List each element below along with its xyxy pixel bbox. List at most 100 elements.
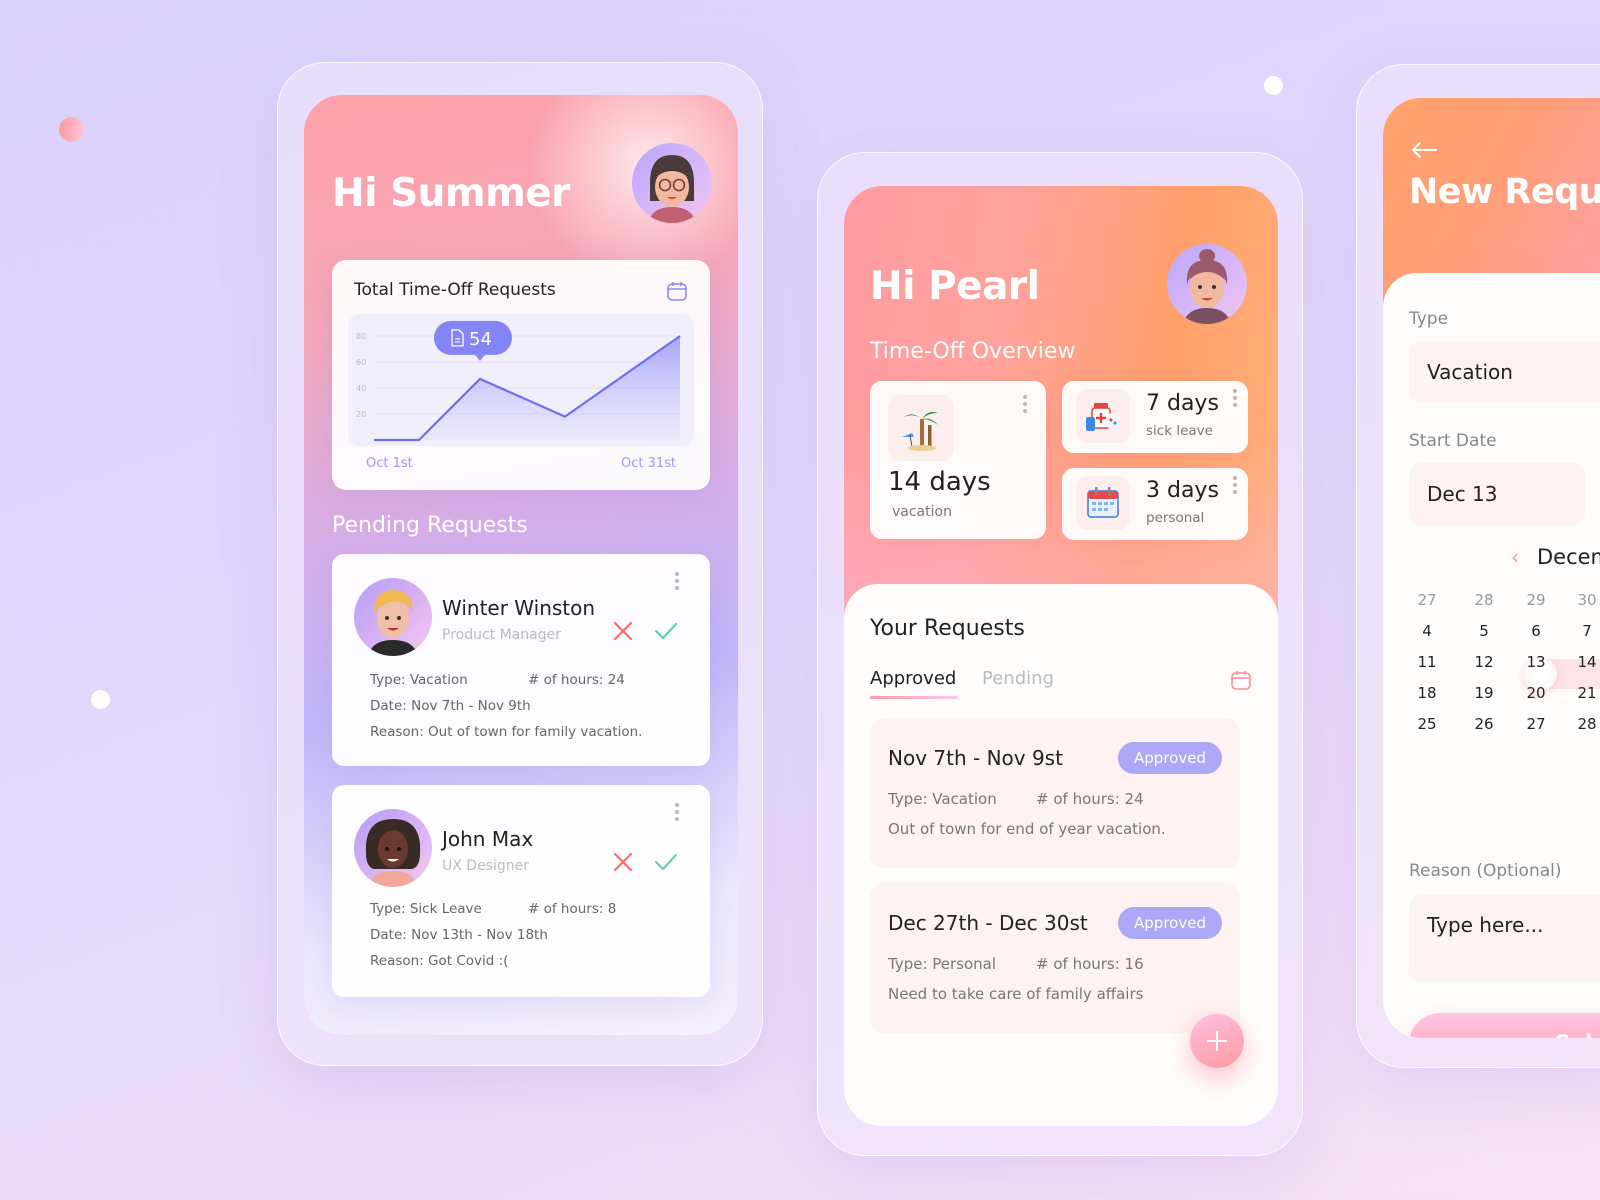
approved-request-card[interactable]: Nov 7th - Nov 9st Approved Type: Vacatio… — [870, 718, 1240, 868]
phone-new-request: New Request Type Vacation Start Date Dec… — [1356, 64, 1600, 1068]
stat-value: 3 days — [1146, 478, 1219, 503]
calendar-day[interactable]: 18 — [1409, 684, 1445, 702]
avatar — [354, 809, 432, 887]
requester-role: Product Manager — [442, 627, 561, 643]
avatar[interactable] — [1167, 244, 1247, 324]
calendar-day[interactable]: 26 — [1466, 715, 1502, 733]
calendar-month: December — [1537, 545, 1600, 569]
status-badge: Approved — [1118, 742, 1222, 774]
value-tooltip: 54 — [434, 320, 512, 361]
request-reason: Reason: Got Covid :( — [370, 953, 509, 969]
calendar-day[interactable]: 28 — [1569, 715, 1600, 733]
more-options-icon[interactable] — [674, 803, 680, 821]
screen: New Request Type Vacation Start Date Dec… — [1383, 98, 1600, 1038]
request-hours: # of hours: 24 — [528, 672, 625, 688]
status-badge: Approved — [1118, 907, 1222, 939]
more-options-icon[interactable] — [1232, 389, 1238, 407]
request-date-range: Dec 27th - Dec 30st — [888, 911, 1088, 935]
screen: Hi Pearl Time-Off Overview 14 days vacat… — [844, 186, 1278, 1126]
x-tick-label: Oct 1st — [366, 456, 413, 471]
y-tick-label: 20 — [356, 410, 366, 419]
form-panel: Type Vacation Start Date Dec 13 ‹ Decemb… — [1383, 273, 1600, 1038]
total-requests-chart-card: Total Time-Off Requests 20 40 60 80 54 Oct 1… — [332, 260, 710, 490]
calendar-day[interactable]: 13 — [1518, 653, 1554, 671]
pending-requests-title: Pending Requests — [332, 513, 528, 538]
chart-plot-area: 20 40 60 80 54 — [348, 314, 694, 446]
decorative-dot — [1264, 76, 1283, 95]
calendar-icon[interactable] — [1230, 669, 1252, 691]
approved-request-card[interactable]: Dec 27th - Dec 30st Approved Type: Perso… — [870, 883, 1240, 1033]
calendar-day[interactable]: 11 — [1409, 653, 1445, 671]
request-date-range: Nov 7th - Nov 9st — [888, 746, 1063, 770]
calendar-icon[interactable] — [666, 280, 688, 302]
more-options-icon[interactable] — [674, 572, 680, 590]
start-date-field[interactable]: Dec 13 — [1409, 463, 1585, 525]
area-chart: 20 40 60 80 54 — [356, 320, 681, 442]
request-type: Type: Vacation — [888, 790, 997, 808]
avatar — [354, 578, 432, 656]
calendar-day[interactable]: 19 — [1466, 684, 1502, 702]
requests-panel: Your Requests Approved Pending Nov 7th -… — [844, 584, 1278, 1126]
calendar-day[interactable]: 28 — [1466, 591, 1502, 609]
reject-icon[interactable] — [612, 851, 634, 873]
y-tick-label: 60 — [356, 358, 366, 367]
more-options-icon[interactable] — [1022, 395, 1028, 413]
avatar[interactable] — [632, 143, 712, 223]
reason-textarea[interactable]: Type here... — [1409, 895, 1600, 981]
your-requests-title: Your Requests — [870, 616, 1025, 641]
calendar-day[interactable]: 7 — [1569, 622, 1600, 640]
approve-icon[interactable] — [654, 851, 678, 873]
stat-card-sick-leave[interactable]: 7 days sick leave — [1062, 381, 1248, 453]
approve-icon[interactable] — [654, 620, 678, 642]
tooltip-value: 54 — [469, 329, 492, 350]
calendar-day[interactable]: 29 — [1518, 591, 1554, 609]
calendar-day[interactable]: 12 — [1466, 653, 1502, 671]
tab-approved[interactable]: Approved — [870, 668, 956, 689]
add-request-button[interactable] — [1190, 1014, 1244, 1068]
decorative-dot — [59, 117, 84, 142]
request-hours: # of hours: 8 — [528, 901, 617, 917]
calendar-day[interactable]: 6 — [1518, 622, 1554, 640]
tab-pending[interactable]: Pending — [982, 668, 1054, 689]
palm-tree-icon — [888, 395, 954, 461]
submit-button[interactable]: Submit — [1409, 1013, 1600, 1038]
pending-request-card: Winter Winston Product Manager Type: Vac… — [332, 554, 710, 766]
calendar-day[interactable]: 30 — [1569, 591, 1600, 609]
stat-label: personal — [1146, 510, 1205, 526]
reject-icon[interactable] — [612, 620, 634, 642]
calendar-day[interactable]: 21 — [1569, 684, 1600, 702]
type-select[interactable]: Vacation — [1409, 341, 1600, 403]
requester-name: Winter Winston — [442, 596, 596, 620]
stat-label: sick leave — [1146, 423, 1213, 439]
greeting: Hi Pearl — [870, 264, 1040, 309]
request-reason: Reason: Out of town for family vacation. — [370, 724, 643, 740]
start-date-label: Start Date — [1409, 431, 1497, 451]
pending-request-card: John Max UX Designer Type: Sick Leave # … — [332, 785, 710, 997]
screen: Hi Summer Total Time-Off Requests 20 40 … — [304, 95, 738, 1035]
submit-label: Submit — [1555, 1031, 1600, 1038]
reason-label: Reason (Optional) — [1409, 861, 1562, 881]
chevron-left-icon[interactable]: ‹ — [1511, 545, 1519, 569]
stat-label: vacation — [892, 504, 952, 520]
y-tick-label: 40 — [356, 384, 366, 393]
stat-card-personal[interactable]: 3 days personal — [1062, 468, 1248, 540]
request-date: Date: Nov 13th - Nov 18th — [370, 927, 548, 943]
calendar-icon — [1076, 476, 1130, 530]
decorative-dot — [91, 690, 110, 709]
calendar-day[interactable]: 27 — [1409, 591, 1445, 609]
request-note: Need to take care of family affairs — [888, 985, 1144, 1003]
calendar-day[interactable]: 5 — [1466, 622, 1502, 640]
calendar-day[interactable]: 25 — [1409, 715, 1445, 733]
overview-title: Time-Off Overview — [870, 339, 1076, 364]
request-type: Type: Sick Leave — [370, 901, 482, 917]
request-type: Type: Personal — [888, 955, 997, 973]
calendar-day[interactable]: 27 — [1518, 715, 1554, 733]
calendar-day[interactable]: 20 — [1518, 684, 1554, 702]
page-title: New Request — [1409, 172, 1600, 212]
calendar-day[interactable]: 14 — [1569, 653, 1600, 671]
more-options-icon[interactable] — [1232, 476, 1238, 494]
calendar-day[interactable]: 4 — [1409, 622, 1445, 640]
stat-card-vacation[interactable]: 14 days vacation — [870, 381, 1046, 539]
back-arrow-icon[interactable] — [1409, 140, 1439, 160]
active-tab-indicator — [870, 696, 958, 699]
